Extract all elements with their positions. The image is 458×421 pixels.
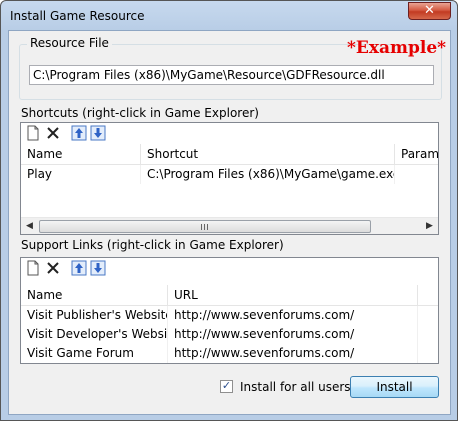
resource-file-label: Resource File xyxy=(27,36,112,50)
install-all-users-checkbox[interactable]: ✓ xyxy=(220,379,233,393)
install-button[interactable]: Install xyxy=(350,376,439,398)
table-row[interactable]: Visit Developer's Website http://www.sev… xyxy=(21,325,438,344)
delete-icon[interactable] xyxy=(45,260,61,276)
dialog-client: Resource File *Example* C:\Program Files… xyxy=(8,30,451,415)
example-label: *Example* xyxy=(347,38,447,58)
link-url: http://www.sevenforums.com/ xyxy=(168,306,418,325)
grip-icon xyxy=(201,224,209,230)
move-up-icon[interactable] xyxy=(71,260,87,276)
close-button[interactable]: ✕ xyxy=(408,2,451,20)
shortcut-name: Play xyxy=(21,165,141,184)
link-name: Visit Developer's Website xyxy=(21,325,168,344)
table-row[interactable]: Play C:\Program Files (x86)\MyGame\game.… xyxy=(21,165,438,184)
shortcuts-header: Name Shortcut Parame xyxy=(21,144,438,165)
column-header-name[interactable]: Name xyxy=(21,144,141,164)
scroll-right-icon[interactable]: ▶ xyxy=(421,218,438,234)
new-icon[interactable] xyxy=(25,260,41,276)
link-url: http://www.sevenforums.com/ xyxy=(168,344,418,363)
shortcut-target: C:\Program Files (x86)\MyGame\game.exe xyxy=(141,165,395,184)
column-header-shortcut[interactable]: Shortcut xyxy=(141,144,395,164)
move-up-icon[interactable] xyxy=(71,125,87,141)
shortcuts-list[interactable]: Name Shortcut Parame Play C:\Program Fil… xyxy=(20,122,439,235)
delete-icon[interactable] xyxy=(45,125,61,141)
support-links-list[interactable]: Name URL Visit Publisher's Website http:… xyxy=(20,257,439,364)
resource-file-path-input[interactable]: C:\Program Files (x86)\MyGame\Resource\G… xyxy=(29,65,434,85)
column-header-parameters[interactable]: Parame xyxy=(395,144,438,164)
column-header-url[interactable]: URL xyxy=(168,285,418,305)
column-header-name[interactable]: Name xyxy=(21,285,168,305)
move-down-icon[interactable] xyxy=(90,125,106,141)
title-bar[interactable]: Install Game Resource ✕ xyxy=(1,1,457,31)
link-url: http://www.sevenforums.com/ xyxy=(168,325,418,344)
checkmark-icon: ✓ xyxy=(221,379,232,392)
dialog-window: Install Game Resource ✕ Resource File *E… xyxy=(0,0,458,421)
link-name: Visit Game Forum xyxy=(21,344,168,363)
horizontal-scrollbar[interactable]: ◀ ▶ xyxy=(21,217,438,234)
shortcut-params xyxy=(395,165,438,184)
support-links-label: Support Links (right-click in Game Explo… xyxy=(21,238,284,252)
link-name: Visit Publisher's Website xyxy=(21,306,168,325)
table-row[interactable]: Visit Publisher's Website http://www.sev… xyxy=(21,306,438,325)
new-icon[interactable] xyxy=(25,125,41,141)
support-links-toolbar xyxy=(21,258,438,278)
window-title: Install Game Resource xyxy=(10,9,145,23)
move-down-icon[interactable] xyxy=(90,260,106,276)
table-row[interactable]: Visit Game Forum http://www.sevenforums.… xyxy=(21,344,438,363)
shortcuts-toolbar xyxy=(21,123,438,143)
install-all-users-label[interactable]: Install for all users xyxy=(240,380,351,394)
scroll-left-icon[interactable]: ◀ xyxy=(21,218,38,234)
support-links-header: Name URL xyxy=(21,285,438,306)
scrollbar-thumb[interactable] xyxy=(39,220,371,233)
shortcuts-label: Shortcuts (right-click in Game Explorer) xyxy=(21,106,259,120)
close-icon: ✕ xyxy=(424,3,435,18)
